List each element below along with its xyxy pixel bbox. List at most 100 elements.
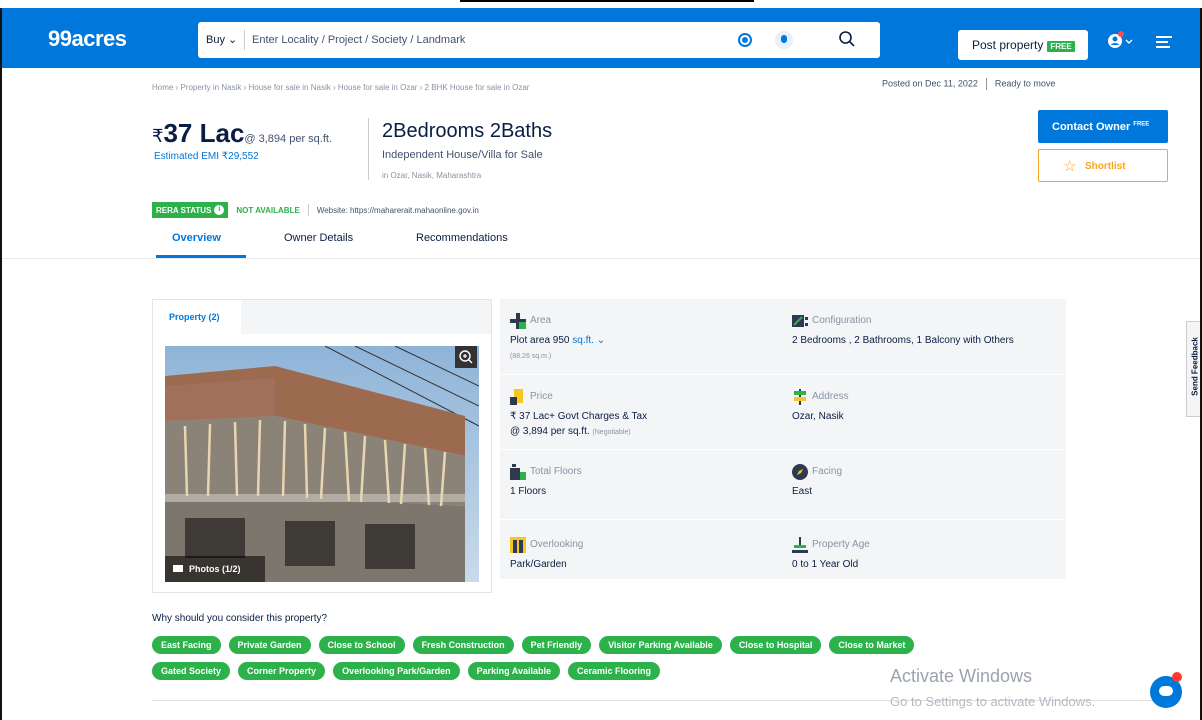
gallery-tabbar xyxy=(241,300,491,334)
site-header: 99acres Buy ⌄ Post propertyFREE xyxy=(2,8,1200,68)
facing-value: East xyxy=(792,486,813,497)
rera-status: RERA STATUS i NOT AVAILABLE Website: http… xyxy=(152,201,479,219)
details-divider xyxy=(500,374,1066,375)
post-property-label: Post property xyxy=(972,38,1044,52)
detail-label: Price xyxy=(530,391,553,402)
price-divider xyxy=(368,118,369,180)
posted-info: Posted on Dec 11, 2022 Ready to move xyxy=(882,78,1055,90)
search-input[interactable] xyxy=(252,28,722,52)
overlooking-value: Park/Garden xyxy=(510,559,567,570)
detail-label: Address xyxy=(812,391,849,402)
price-detail-value: ₹ 37 Lac+ Govt Charges & Tax xyxy=(510,411,648,422)
rera-availability: NOT AVAILABLE xyxy=(236,205,300,215)
rupee-symbol: ₹ xyxy=(152,126,164,146)
search-bar: Buy ⌄ xyxy=(198,22,880,58)
browser-frame: 99acres Buy ⌄ Post propertyFREE Home › P… xyxy=(0,8,1202,720)
info-icon[interactable]: i xyxy=(214,205,225,215)
activate-windows-subtitle: Go to Settings to activate Windows. xyxy=(890,694,1096,709)
feature-chip[interactable]: Private Garden xyxy=(228,636,311,654)
detail-value: ₹ 37 Lac+ Govt Charges & Tax @ 3,894 per… xyxy=(510,409,770,440)
detail-value: Plot area 950 sq.ft. ⌄ (88.26 sq.m.) xyxy=(510,333,770,364)
gallery-tab-property[interactable]: Property (2) xyxy=(153,300,241,334)
price-per-sqft-detail: @ 3,894 per sq.ft. xyxy=(510,426,590,437)
feature-chip[interactable]: Close to Market xyxy=(829,636,915,654)
send-feedback-label: Send Feedback xyxy=(1190,337,1200,396)
rera-website[interactable]: Website: https://maharerait.mahaonline.g… xyxy=(317,206,479,215)
tab-overview[interactable]: Overview xyxy=(172,232,221,244)
microphone-icon[interactable] xyxy=(775,31,793,49)
bhk-title: 2Bedrooms 2Baths xyxy=(382,120,553,142)
location-icon[interactable] xyxy=(738,33,752,47)
area-icon xyxy=(510,313,526,329)
photos-count-button[interactable]: Photos (1/2) xyxy=(165,556,265,582)
activate-windows-title: Activate Windows xyxy=(890,666,1033,686)
tab-owner-details[interactable]: Owner Details xyxy=(284,232,353,244)
feature-chip[interactable]: Parking Available xyxy=(467,662,560,680)
address-value: Ozar, Nasik xyxy=(792,411,844,422)
shortlist-button[interactable]: ☆ Shortlist xyxy=(1038,149,1168,182)
feature-chip[interactable]: Ceramic Flooring xyxy=(567,662,660,680)
detail-label: Area xyxy=(530,315,552,326)
feature-chip[interactable]: Fresh Construction xyxy=(412,636,514,654)
price-icon xyxy=(510,389,523,405)
feature-chip[interactable]: Pet Friendly xyxy=(521,636,592,654)
star-icon: ☆ xyxy=(1063,158,1077,175)
contact-free-tag: FREE xyxy=(1133,121,1150,128)
contact-owner-button[interactable]: Contact Owner FREE xyxy=(1038,110,1168,143)
detail-label: Property Age xyxy=(812,539,870,550)
chip-row: East Facing Private Garden Close to Scho… xyxy=(152,636,1052,654)
property-age-icon xyxy=(792,537,808,553)
unit-dropdown[interactable]: sq.ft. ⌄ xyxy=(572,335,605,346)
tab-recommendations[interactable]: Recommendations xyxy=(416,232,508,244)
rera-separator xyxy=(307,204,309,216)
possession-status: Ready to move xyxy=(994,78,1056,89)
top-mark xyxy=(460,0,754,2)
details-divider xyxy=(500,449,1066,450)
send-feedback-button[interactable]: Send Feedback xyxy=(1186,321,1200,417)
configuration-icon xyxy=(792,315,808,327)
area-sub: (88.26 sq.m.) xyxy=(510,353,552,360)
rera-badge: RERA STATUS i xyxy=(152,202,229,218)
breadcrumb[interactable]: Home › Property in Nasik › House for sal… xyxy=(152,83,529,92)
free-badge: FREE xyxy=(1047,41,1075,52)
property-type: Independent House/Villa for Sale xyxy=(382,149,543,161)
address-icon xyxy=(794,389,806,405)
property-photo[interactable]: Photos (1/2) xyxy=(165,346,479,582)
detail-label: Overlooking xyxy=(530,539,584,550)
posted-date: Posted on Dec 11, 2022 xyxy=(882,78,978,89)
feature-chip[interactable]: Close to Hospital xyxy=(729,636,822,654)
facing-icon xyxy=(792,464,808,480)
hamburger-menu-icon[interactable] xyxy=(1156,36,1172,48)
detail-label: Configuration xyxy=(812,315,872,326)
feature-chip[interactable]: East Facing xyxy=(152,636,221,654)
locality: in Ozar, Nasik, Maharashtra xyxy=(382,171,482,180)
area-value: Plot area 950 xyxy=(510,335,570,346)
house-photo-illustration xyxy=(165,346,479,582)
photos-count-label: Photos (1/2) xyxy=(189,564,241,574)
property-age-value: 0 to 1 Year Old xyxy=(792,559,859,570)
floors-icon xyxy=(510,464,526,480)
search-icon[interactable] xyxy=(838,30,856,48)
buy-separator xyxy=(244,30,245,50)
negotiable-tag: (Negotiable) xyxy=(592,429,631,436)
feature-chip[interactable]: Corner Property xyxy=(238,662,326,680)
contact-owner-label: Contact Owner xyxy=(1052,121,1131,133)
unit-label: sq.ft. xyxy=(572,335,594,346)
site-logo[interactable]: 99acres xyxy=(48,26,127,52)
feature-chip[interactable]: Gated Society xyxy=(152,662,231,680)
overlooking-icon xyxy=(510,537,526,553)
feature-chip[interactable]: Visitor Parking Available xyxy=(599,636,722,654)
buy-dropdown[interactable]: Buy ⌄ xyxy=(206,33,237,46)
estimated-emi-link[interactable]: Estimated EMI ₹29,552 xyxy=(154,151,259,162)
post-property-button[interactable]: Post property FREE xyxy=(958,30,1088,60)
detail-label: Total Floors xyxy=(530,466,582,477)
feature-chip[interactable]: Close to School xyxy=(318,636,405,654)
feature-chip[interactable]: Overlooking Park/Garden xyxy=(333,662,460,680)
price: ₹37 Lac@ 3,894 per sq.ft. xyxy=(152,118,332,149)
detail-label: Facing xyxy=(812,466,843,477)
shortlist-label: Shortlist xyxy=(1085,161,1126,172)
photo-icon xyxy=(173,565,183,572)
zoom-icon[interactable] xyxy=(455,346,477,368)
notification-dot xyxy=(1118,31,1124,37)
property-details: Area Plot area 950 sq.ft. ⌄ (88.26 sq.m.… xyxy=(500,299,1066,579)
